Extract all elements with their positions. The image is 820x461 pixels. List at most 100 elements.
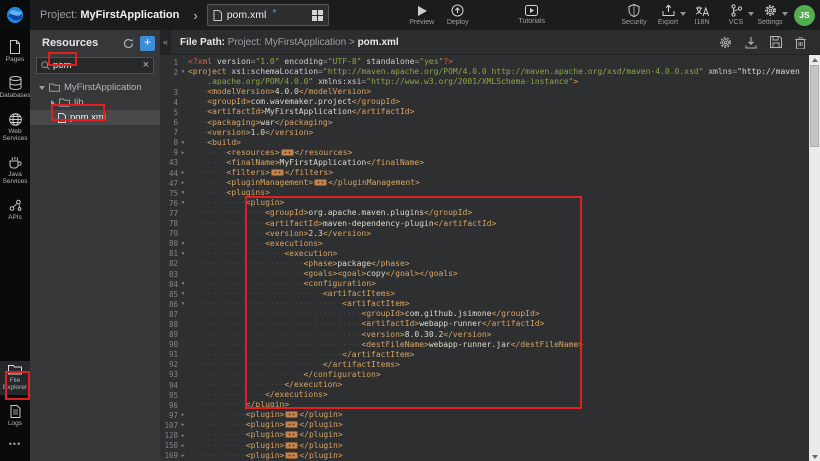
fold-open-icon[interactable]: ▾ (178, 69, 188, 75)
settings-button[interactable]: Settings (753, 0, 787, 30)
code-row: 43········<finalName>MyFirstApplication<… (160, 158, 820, 168)
sidebar-item-file-explorer[interactable]: File Explorer (0, 361, 30, 395)
folder-icon (49, 83, 60, 92)
editor-settings-icon[interactable] (719, 36, 732, 49)
sidebar-item-pages[interactable]: Pages (0, 37, 30, 66)
code-text: ············<plugin></plugin> (188, 430, 343, 440)
tree-node-lib[interactable]: lib (30, 95, 160, 110)
collapse-panel-icon[interactable]: « (160, 30, 171, 55)
databases-label: Databases (0, 92, 31, 99)
line-number: 44 (160, 169, 178, 178)
code-text: ························<goals><goal>cop… (188, 269, 458, 279)
grid-view-icon[interactable] (312, 10, 323, 21)
tree-node-label: lib (74, 97, 84, 108)
line-number: 3 (160, 88, 178, 97)
sidebar-item-java-services[interactable]: Java Services (0, 153, 30, 189)
vertical-scrollbar[interactable] (809, 55, 820, 461)
code-row: 88····································<a… (160, 319, 820, 329)
tree-node-project[interactable]: MyFirstApplication (30, 80, 160, 95)
user-avatar[interactable]: JS (794, 5, 815, 26)
code-text: ················</executions> (188, 390, 328, 400)
code-row: 76▾············<plugin> (160, 198, 820, 208)
wavemaker-logo-icon[interactable] (0, 0, 30, 30)
line-number: 90 (160, 340, 178, 349)
code-row: 92····························</artifact… (160, 360, 820, 370)
gear-icon (764, 4, 777, 17)
wavemaker-studio: Project: MyFirstApplication › pom.xml * … (0, 0, 820, 461)
search-icon (41, 61, 50, 70)
fold-open-icon[interactable]: ▾ (178, 291, 188, 297)
left-nav-rail: Pages Databases Web Services Java Servic… (0, 30, 30, 461)
editor-header: « File Path: Project: MyFirstApplication… (160, 30, 820, 55)
delete-icon[interactable] (795, 36, 806, 49)
file-path-project: Project: MyFirstApplication > (228, 37, 358, 48)
fold-closed-icon[interactable]: ▸ (178, 170, 188, 176)
line-number: 169 (160, 451, 178, 460)
sidebar-item-web-services[interactable]: Web Services (0, 110, 30, 146)
code-row: 7 ····<version>1.0</version> (160, 128, 820, 138)
search-input[interactable] (53, 60, 140, 71)
more-menu-button[interactable]: ••• (9, 439, 21, 455)
tab-pom-xml[interactable]: pom.xml * (207, 4, 329, 26)
code-text: ····<artifactId>MyFirstApplication</arti… (188, 107, 414, 117)
code-row: 94····················</execution> (160, 380, 820, 390)
scroll-down-icon[interactable] (809, 452, 820, 461)
fold-closed-icon[interactable]: ▸ (178, 422, 188, 428)
fold-closed-icon[interactable]: ▸ (178, 180, 188, 186)
save-icon[interactable] (770, 36, 782, 49)
deploy-button[interactable]: Deploy (441, 0, 475, 30)
tutorials-button[interactable]: Tutorials (515, 0, 549, 30)
resources-search-box: × (36, 57, 154, 74)
chevron-right-icon: › (193, 8, 197, 23)
code-text: ····································<ver… (188, 330, 491, 340)
sidebar-item-apis[interactable]: APIs (0, 196, 30, 224)
fold-closed-icon[interactable]: ▸ (178, 443, 188, 449)
fold-open-icon[interactable]: ▾ (178, 190, 188, 196)
scroll-up-icon[interactable] (809, 55, 820, 64)
line-number: 2 (160, 68, 178, 77)
code-text: ············<plugin></plugin> (188, 441, 343, 451)
code-row: 6····<packaging>war</packaging> (160, 118, 820, 128)
folder-icon (8, 364, 22, 375)
code-text: ········<plugins> (188, 188, 270, 198)
code-text: ····<version>1.0</version> (188, 128, 313, 138)
sidebar-item-logs[interactable]: Logs (0, 402, 30, 430)
code-row: 107▸············<plugin></plugin> (160, 420, 820, 430)
tab-file-name: pom.xml (227, 9, 267, 21)
code-row: 8▾····<build> (160, 138, 820, 148)
download-icon[interactable] (745, 36, 757, 49)
code-text: ························<phase>package</… (188, 259, 410, 269)
add-resource-button[interactable]: + (140, 36, 155, 51)
scrollbar-thumb[interactable] (810, 65, 819, 147)
export-button[interactable]: Export (651, 0, 685, 30)
line-number: 79 (160, 229, 178, 238)
fold-closed-icon[interactable]: ▸ (178, 150, 188, 156)
fold-closed-icon[interactable]: ▸ (178, 453, 188, 459)
line-number: 95 (160, 391, 178, 400)
tutorials-label: Tutorials (518, 18, 545, 25)
code-text: ················<groupId>org.apache.mave… (188, 208, 472, 218)
deploy-cloud-icon (451, 4, 464, 17)
fold-closed-icon[interactable]: ▸ (178, 412, 188, 418)
code-row: 47▸········<pluginManagement></pluginMan… (160, 178, 820, 188)
clear-search-icon[interactable]: × (143, 60, 149, 71)
fold-open-icon[interactable]: ▾ (178, 251, 188, 257)
refresh-icon[interactable] (123, 38, 134, 49)
fold-open-icon[interactable]: ▾ (178, 241, 188, 247)
fold-open-icon[interactable]: ▾ (178, 200, 188, 206)
line-number: 43 (160, 158, 178, 167)
code-row: 128▸············<plugin></plugin> (160, 430, 820, 440)
deploy-label: Deploy (447, 19, 469, 26)
fold-closed-icon[interactable]: ▸ (178, 433, 188, 439)
i18n-button[interactable]: I18N (685, 0, 719, 30)
tree-node-pom-xml[interactable]: pom.xml (30, 110, 160, 125)
fold-open-icon[interactable]: ▾ (178, 301, 188, 307)
fold-open-icon[interactable]: ▾ (178, 281, 188, 287)
sidebar-item-databases[interactable]: Databases (0, 73, 30, 102)
vcs-button[interactable]: VCS (719, 0, 753, 30)
fold-open-icon[interactable]: ▾ (178, 140, 188, 146)
preview-button[interactable]: Preview (405, 0, 439, 30)
code-area[interactable]: 1<?xml version="1.0" encoding="UTF-8" st… (160, 55, 820, 461)
line-number: 7 (160, 128, 178, 137)
security-button[interactable]: Security (617, 0, 651, 30)
